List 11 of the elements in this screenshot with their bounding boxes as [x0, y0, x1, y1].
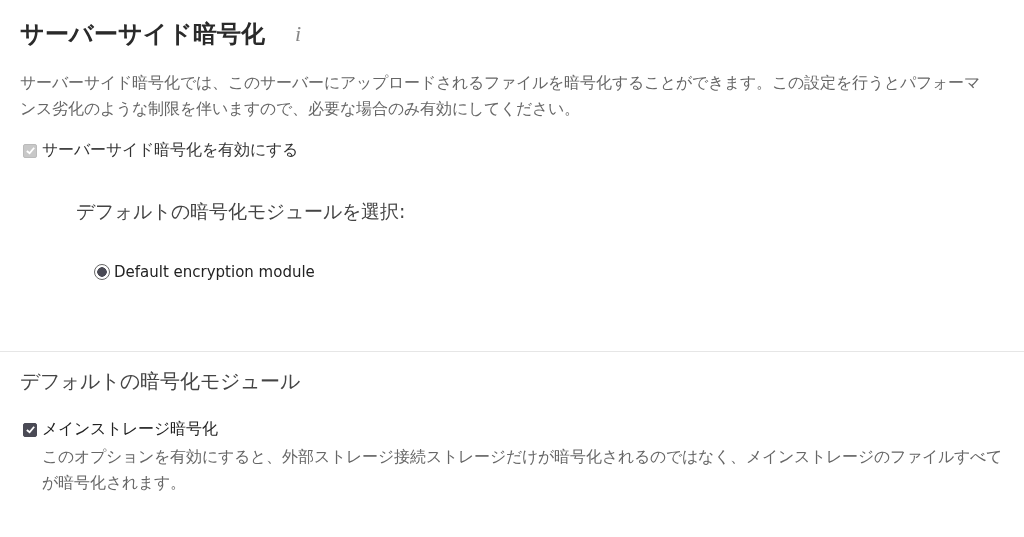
info-icon[interactable]: i	[291, 21, 306, 47]
radio-button[interactable]	[94, 264, 110, 280]
description-text: サーバーサイド暗号化では、このサーバーにアップロードされるファイルを暗号化することができます。この設定を行うとパフォーマンス劣化のような制限を伴いますので、必要な場合のみ有効にしてください。	[20, 73, 980, 120]
option-hint: このオプションを有効にすると、外部ストレージ接続ストレージだけが暗号化されるのではなく、メインストレージのファイルすべてが暗号化されます。	[42, 447, 1003, 494]
checkbox-label: サーバーサイド暗号化を有効にする	[42, 140, 298, 161]
checkbox[interactable]	[23, 422, 37, 437]
section-title: サーバーサイド暗号化	[20, 19, 265, 50]
section-title: デフォルトの暗号化モジュール	[20, 368, 301, 395]
checkbox-label: メインストレージ暗号化	[42, 419, 218, 440]
radio-label: Default encryption module	[114, 263, 315, 281]
module-select-heading: デフォルトの暗号化モジュールを選択:	[76, 199, 407, 224]
